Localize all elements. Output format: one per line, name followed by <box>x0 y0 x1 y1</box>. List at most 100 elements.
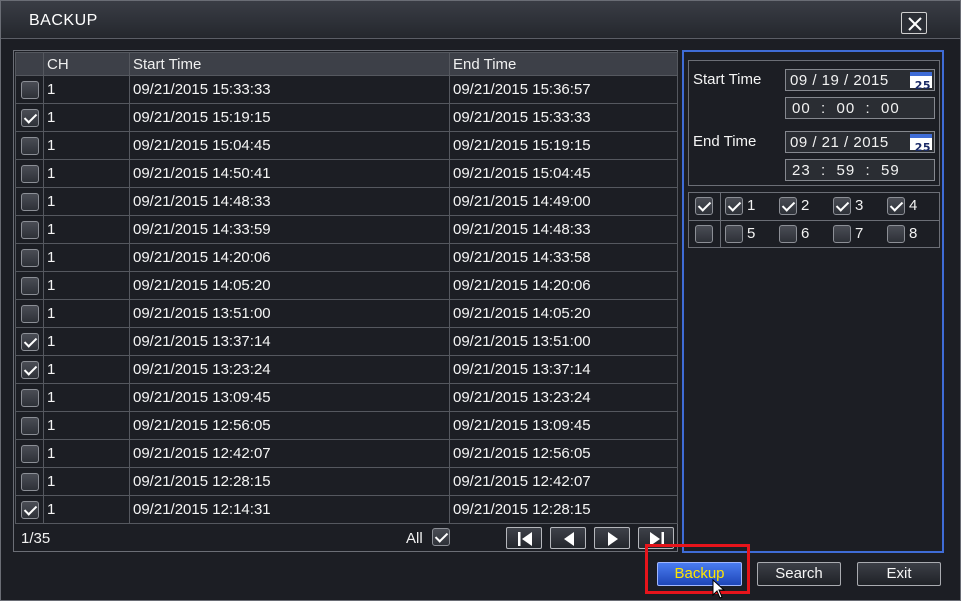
row-checkbox[interactable] <box>20 416 39 435</box>
row-select-cell <box>15 467 44 496</box>
row-checkbox[interactable] <box>20 304 39 323</box>
channel-7-option[interactable]: 7 <box>833 225 864 244</box>
table-row[interactable]: 1 09/21/2015 13:37:14 09/21/2015 13:51:00 <box>15 327 678 356</box>
row-ch: 1 <box>43 103 130 132</box>
start-date-value: 09 / 19 / 2015 <box>790 72 889 89</box>
row-checkbox[interactable] <box>20 332 39 351</box>
end-time-field[interactable]: 23 : 59 : 59 <box>785 159 935 181</box>
row-end-time: 09/21/2015 15:04:45 <box>449 159 678 188</box>
row-checkbox[interactable] <box>20 388 39 407</box>
channel-checkbox[interactable] <box>725 225 743 244</box>
prev-page-button[interactable] <box>550 527 586 549</box>
all-channels-checkbox[interactable] <box>695 197 713 215</box>
row-select-cell <box>15 495 44 524</box>
table-row[interactable]: 1 09/21/2015 15:33:33 09/21/2015 15:36:57 <box>15 75 678 104</box>
row-end-time: 09/21/2015 14:49:00 <box>449 187 678 216</box>
table-row[interactable]: 1 09/21/2015 13:23:24 09/21/2015 13:37:14 <box>15 355 678 384</box>
row-end-time: 09/21/2015 14:05:20 <box>449 299 678 328</box>
end-time-value: 23 : 59 : 59 <box>792 162 900 179</box>
channel-5-option[interactable]: 5 <box>725 225 756 244</box>
start-time-field[interactable]: 00 : 00 : 00 <box>785 97 935 119</box>
channel-label: 6 <box>801 225 810 242</box>
next-page-button[interactable] <box>594 527 630 549</box>
row-checkbox[interactable] <box>20 276 39 295</box>
channel-checkbox[interactable] <box>833 225 851 244</box>
table-row[interactable]: 1 09/21/2015 12:14:31 09/21/2015 12:28:15 <box>15 495 678 524</box>
row-checkbox[interactable] <box>20 164 39 183</box>
channel-6-option[interactable]: 6 <box>779 225 810 244</box>
channel-2-option[interactable]: 2 <box>779 197 809 216</box>
table-row[interactable]: 1 09/21/2015 14:50:41 09/21/2015 15:04:45 <box>15 159 678 188</box>
close-button[interactable] <box>901 12 927 34</box>
table-row[interactable]: 1 09/21/2015 15:04:45 09/21/2015 15:19:15 <box>15 131 678 160</box>
first-page-button[interactable] <box>506 527 542 549</box>
exit-button[interactable]: Exit <box>857 562 941 586</box>
row-select-cell <box>15 355 44 384</box>
search-button[interactable]: Search <box>757 562 841 586</box>
start-date-field[interactable]: 09 / 19 / 2015 25 <box>785 69 935 92</box>
channel-3-option[interactable]: 3 <box>833 197 863 216</box>
table-row[interactable]: 1 09/21/2015 14:48:33 09/21/2015 14:49:00 <box>15 187 678 216</box>
row-ch: 1 <box>43 243 130 272</box>
end-time-label: End Time <box>693 133 757 150</box>
row-select-cell <box>15 439 44 468</box>
channel-1-option[interactable]: 1 <box>725 197 755 216</box>
channel-checkbox[interactable] <box>779 225 797 244</box>
row-end-time: 09/21/2015 15:33:33 <box>449 103 678 132</box>
row-select-cell <box>15 75 44 104</box>
calendar-icon[interactable]: 25 <box>910 134 932 154</box>
table-row[interactable]: 1 09/21/2015 12:56:05 09/21/2015 13:09:45 <box>15 411 678 440</box>
row-start-time: 09/21/2015 12:28:15 <box>129 467 450 496</box>
row-end-time: 09/21/2015 13:09:45 <box>449 411 678 440</box>
row-start-time: 09/21/2015 13:09:45 <box>129 383 450 412</box>
table-row[interactable]: 1 09/21/2015 13:51:00 09/21/2015 14:05:20 <box>15 299 678 328</box>
row-ch: 1 <box>43 383 130 412</box>
row-checkbox[interactable] <box>20 108 39 127</box>
row-checkbox[interactable] <box>20 360 39 379</box>
page-indicator: 1/35 <box>21 530 51 547</box>
record-list-panel: CH Start Time End Time 1 09/21/2015 15:33… <box>13 50 678 552</box>
channel-label: 5 <box>747 225 756 242</box>
end-date-value: 09 / 21 / 2015 <box>790 134 889 151</box>
record-table: CH Start Time End Time 1 09/21/2015 15:33… <box>15 52 678 524</box>
row-start-time: 09/21/2015 12:14:31 <box>129 495 450 524</box>
row-checkbox[interactable] <box>20 80 39 99</box>
table-row[interactable]: 1 09/21/2015 14:05:20 09/21/2015 14:20:06 <box>15 271 678 300</box>
channel-label: 7 <box>855 225 864 242</box>
row-checkbox[interactable] <box>20 248 39 267</box>
select-all-label: All <box>406 530 423 547</box>
row-checkbox[interactable] <box>20 220 39 239</box>
header-end-time: End Time <box>449 52 678 76</box>
row-start-time: 09/21/2015 14:05:20 <box>129 271 450 300</box>
row-select-cell <box>15 103 44 132</box>
row-start-time: 09/21/2015 15:33:33 <box>129 75 450 104</box>
all-channels-checkbox-row2[interactable] <box>695 225 713 243</box>
table-row[interactable]: 1 09/21/2015 14:20:06 09/21/2015 14:33:58 <box>15 243 678 272</box>
row-checkbox[interactable] <box>20 192 39 211</box>
channel-4-option[interactable]: 4 <box>887 197 917 216</box>
row-ch: 1 <box>43 271 130 300</box>
select-all-checkbox[interactable] <box>432 528 450 546</box>
channel-checkbox[interactable] <box>833 197 851 216</box>
channel-checkbox[interactable] <box>779 197 797 216</box>
row-checkbox[interactable] <box>20 472 39 491</box>
table-row[interactable]: 1 09/21/2015 12:28:15 09/21/2015 12:42:07 <box>15 467 678 496</box>
row-checkbox[interactable] <box>20 444 39 463</box>
channel-checkbox[interactable] <box>887 225 905 244</box>
table-row[interactable]: 1 09/21/2015 15:19:15 09/21/2015 15:33:33 <box>15 103 678 132</box>
channel-8-option[interactable]: 8 <box>887 225 917 244</box>
table-footer: 1/35 All <box>15 523 677 551</box>
row-checkbox[interactable] <box>20 500 39 519</box>
table-row[interactable]: 1 09/21/2015 12:42:07 09/21/2015 12:56:05 <box>15 439 678 468</box>
table-row[interactable]: 1 09/21/2015 13:09:45 09/21/2015 13:23:24 <box>15 383 678 412</box>
row-ch: 1 <box>43 411 130 440</box>
end-date-field[interactable]: 09 / 21 / 2015 25 <box>785 131 935 154</box>
row-end-time: 09/21/2015 14:33:58 <box>449 243 678 272</box>
row-ch: 1 <box>43 131 130 160</box>
channel-checkbox[interactable] <box>887 197 905 216</box>
row-checkbox[interactable] <box>20 136 39 155</box>
row-end-time: 09/21/2015 15:19:15 <box>449 131 678 160</box>
table-row[interactable]: 1 09/21/2015 14:33:59 09/21/2015 14:48:33 <box>15 215 678 244</box>
calendar-icon[interactable]: 25 <box>910 72 932 92</box>
channel-checkbox[interactable] <box>725 197 743 216</box>
